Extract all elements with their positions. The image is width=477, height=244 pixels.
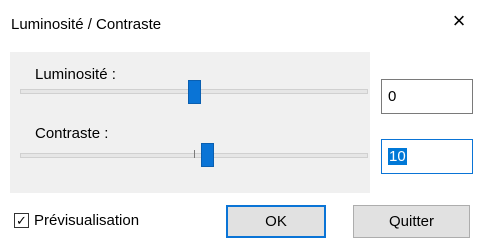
brightness-value-input[interactable]: 0 [381,79,473,114]
brightness-label: Luminosité : [35,66,116,83]
contrast-label: Contraste : [35,125,109,142]
close-icon[interactable]: × [448,10,470,32]
contrast-value-input[interactable]: 10 [381,139,473,174]
preview-checkbox[interactable]: ✓ [14,213,29,228]
ok-button[interactable]: OK [226,205,326,238]
preview-label: Prévisualisation [34,212,140,229]
check-icon: ✓ [16,213,27,228]
brightness-slider-thumb[interactable] [187,80,201,104]
contrast-value: 10 [388,148,407,165]
preview-toggle[interactable]: ✓ Prévisualisation [14,212,139,229]
quit-button[interactable]: Quitter [353,205,470,238]
contrast-slider-default-tick [194,150,195,158]
contrast-slider-thumb[interactable] [201,143,215,167]
dialog-title: Luminosité / Contraste [11,16,162,33]
brightness-value: 0 [388,88,397,105]
